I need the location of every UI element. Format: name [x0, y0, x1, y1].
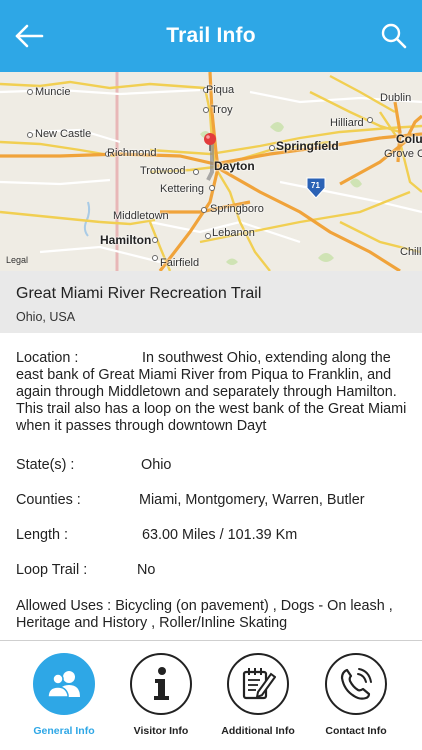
map-label: Springfield [276, 139, 339, 153]
states-value: Ohio [141, 457, 172, 473]
allowed-uses-text: Allowed Uses : Bicycling (on pavement) ,… [16, 598, 408, 632]
trail-header: Great Miami River Recreation Trail Ohio,… [0, 271, 422, 333]
length-label: Length : [16, 527, 69, 543]
map-label: Grove C [384, 148, 422, 160]
map-label: Colu [396, 132, 422, 146]
map-label: Hamilton [100, 233, 152, 247]
map-label: Piqua [206, 84, 235, 96]
tab-visitor-info[interactable]: Visitor Info [116, 653, 206, 737]
map-roads [0, 72, 422, 271]
map-label: Springboro [210, 203, 264, 215]
tab-general-info-circle[interactable] [33, 653, 95, 715]
map-label: Muncie [35, 86, 71, 98]
trail-location: Ohio, USA [16, 310, 76, 324]
tab-label: General Info [33, 725, 95, 737]
info-icon [154, 667, 169, 700]
tab-contact-info[interactable]: Contact Info [311, 653, 401, 737]
tab-visitor-info-circle[interactable] [130, 653, 192, 715]
map-label: Dublin [380, 92, 412, 104]
tab-general-info[interactable]: General Info [19, 653, 109, 737]
states-label: State(s) : [16, 457, 75, 473]
tab-label: Visitor Info [133, 725, 189, 737]
map-label: Chill [400, 246, 422, 258]
tab-contact-info-circle[interactable] [325, 653, 387, 715]
map-label: Troy [211, 104, 233, 116]
location-description: Location : In southwest Ohio, extending a… [16, 350, 408, 435]
arrow-left-icon[interactable] [14, 22, 44, 50]
phone-icon [340, 668, 372, 700]
edit-document-icon [242, 668, 276, 700]
map-legal-link[interactable]: Legal [6, 255, 28, 265]
map-label: Fairfield [160, 257, 200, 269]
page-title: Trail Info [166, 24, 256, 47]
app-header: Trail Info [0, 0, 422, 72]
counties-value: Miami, Montgomery, Warren, Butler [139, 492, 365, 508]
people-icon [47, 671, 80, 698]
counties-label: Counties : [16, 492, 81, 508]
loop-trail-label: Loop Trail : [16, 562, 88, 578]
interstate-71-shield: 71 [311, 181, 320, 190]
map-label: Lebanon [212, 227, 255, 239]
location-label: Location : [16, 350, 79, 366]
length-value: 63.00 Miles / 101.39 Km [142, 527, 298, 543]
tab-additional-info[interactable]: Additional Info [213, 653, 303, 737]
map-label: New Castle [35, 128, 92, 140]
bottom-tab-bar: General Info Visitor Info Additional Inf [0, 641, 422, 750]
map-label: Trotwood [140, 165, 186, 177]
map-label: Dayton [214, 159, 255, 173]
map-label: Hilliard [330, 117, 364, 129]
map-label: Kettering [160, 183, 205, 195]
tab-label: Additional Info [221, 725, 295, 737]
search-icon[interactable] [380, 22, 408, 50]
trail-name: Great Miami River Recreation Trail [16, 285, 262, 302]
tab-label: Contact Info [325, 725, 387, 737]
map-label: Richmond [107, 147, 157, 159]
allowed-uses-label: Allowed Uses : [16, 598, 112, 614]
trail-map[interactable]: Muncie Piqua Troy Dublin New Castle Hill… [0, 72, 422, 271]
tab-additional-info-circle[interactable] [227, 653, 289, 715]
loop-trail-value: No [137, 562, 156, 578]
map-label: Middletown [113, 210, 169, 222]
